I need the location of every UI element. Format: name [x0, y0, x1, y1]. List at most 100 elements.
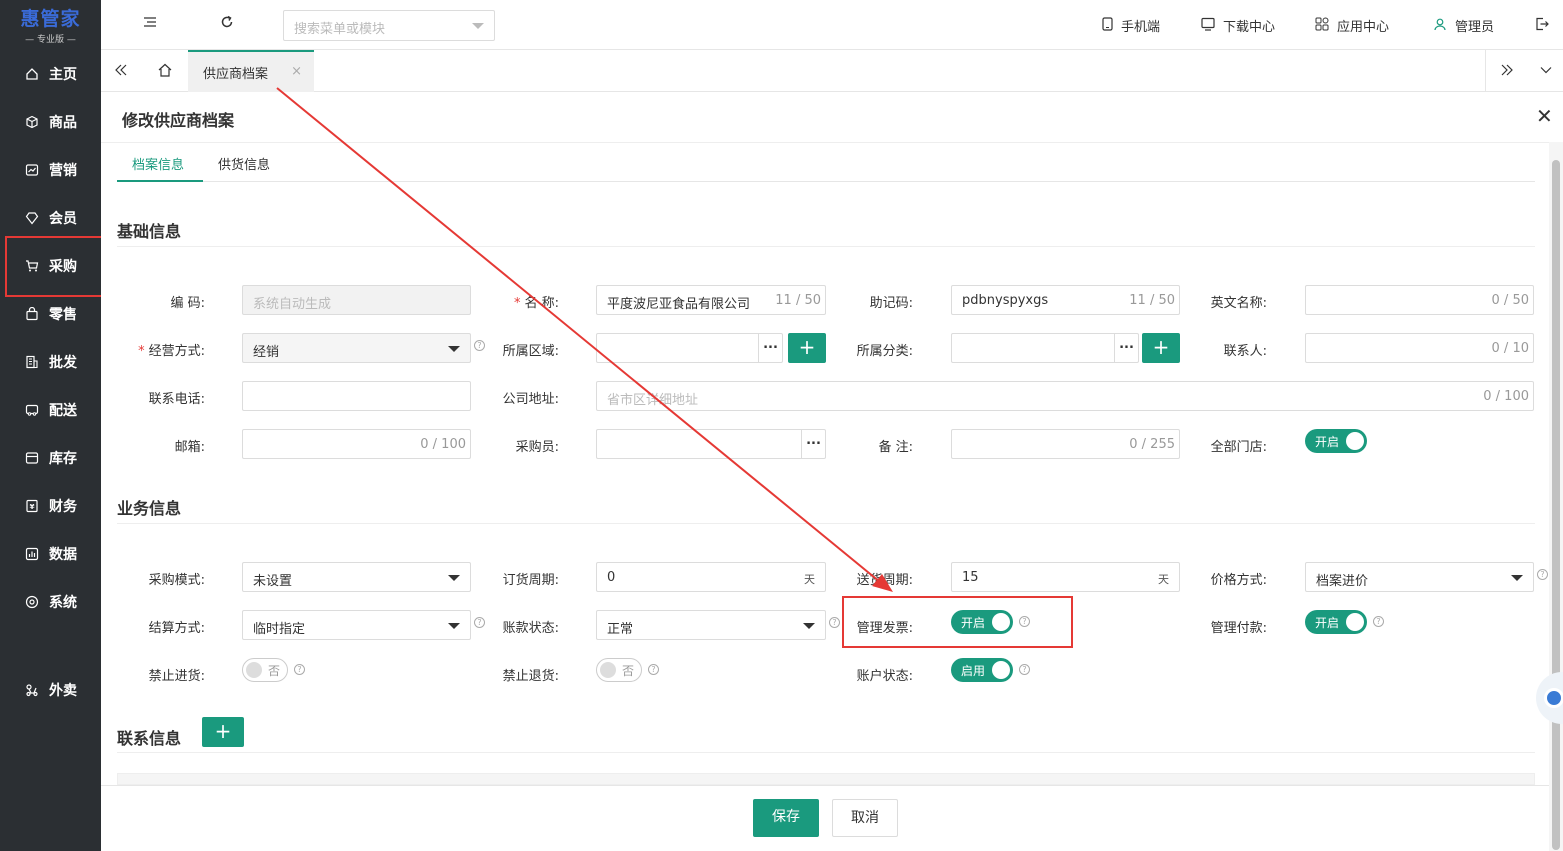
add-category-button[interactable]: + — [1142, 333, 1180, 363]
finance-icon: ¥ — [24, 499, 39, 514]
all-stores-toggle[interactable]: 开启 — [1305, 429, 1367, 453]
category-label: 所属分类: — [856, 344, 913, 359]
sidebar-item-wholesale[interactable]: 批发 — [0, 340, 101, 384]
name-field[interactable]: 平度波尼亚食品有限公司 11 / 50 — [596, 285, 826, 315]
sidebar-item-inventory[interactable]: 库存 — [0, 436, 101, 480]
buyer-label: 采购员: — [515, 440, 559, 455]
account-state-label: 账户状态: — [856, 669, 913, 684]
business-mode-select[interactable]: 经销 — [242, 333, 471, 363]
help-icon[interactable]: ? — [294, 664, 305, 675]
settlement-select[interactable]: 临时指定 — [242, 610, 471, 640]
refresh-icon[interactable] — [220, 15, 234, 29]
active-tab-underline — [117, 180, 203, 182]
tab-supply-info[interactable]: 供货信息 — [218, 154, 270, 173]
add-contact-button[interactable]: + — [202, 717, 244, 747]
sidebar-item-system[interactable]: 系统 — [0, 580, 101, 624]
help-icon[interactable]: ? — [1537, 569, 1548, 580]
more-icon[interactable]: ... — [801, 430, 825, 458]
business-mode-label: * 经营方式: — [138, 344, 205, 359]
delivery-icon — [24, 683, 39, 698]
account-status-label: 账款状态: — [502, 621, 559, 636]
user-menu[interactable]: 管理员 — [1433, 16, 1494, 35]
address-field[interactable]: 省市区详细地址 0 / 100 — [596, 381, 1534, 411]
sidebar-item-data[interactable]: 数据 — [0, 532, 101, 576]
phone-label: 联系电话: — [148, 392, 205, 407]
purchase-highlight-box — [5, 236, 104, 297]
chevron-down-icon — [803, 623, 815, 629]
sidebar-item-marketing[interactable]: 营销 — [0, 148, 101, 192]
download-center-link[interactable]: 下载中心 — [1201, 16, 1275, 35]
contact-table-header — [117, 773, 1535, 785]
mobile-link[interactable]: 手机端 — [1102, 16, 1160, 35]
sidebar-item-distribution[interactable]: 配送 — [0, 388, 101, 432]
remark-field[interactable]: 0 / 255 — [951, 429, 1180, 459]
sidebar: 惠管家 — 专业版 — 主页 商品 营销 会员 采购 零售 批发 配送 库存 ¥… — [0, 0, 101, 851]
home-tab-icon[interactable] — [157, 63, 173, 77]
close-icon[interactable]: ✕ — [1536, 106, 1553, 126]
more-icon[interactable]: ... — [758, 334, 782, 362]
sidebar-item-home[interactable]: 主页 — [0, 52, 101, 96]
contact-person-field[interactable]: 0 / 10 — [1305, 333, 1534, 363]
scrollbar[interactable] — [1549, 142, 1563, 851]
svg-text:¥: ¥ — [29, 503, 34, 511]
category-field[interactable]: ... — [951, 333, 1139, 363]
purchase-mode-label: 采购模式: — [148, 573, 205, 588]
mnemonic-label: 助记码: — [869, 296, 913, 311]
ban-return-toggle[interactable]: 否 — [596, 658, 642, 682]
tab-archive-info[interactable]: 档案信息 — [132, 154, 184, 173]
order-cycle-label: 订货周期: — [502, 573, 559, 588]
cancel-button[interactable]: 取消 — [832, 799, 898, 837]
sidebar-item-goods[interactable]: 商品 — [0, 100, 101, 144]
delivery-cycle-field[interactable]: 15 天 — [951, 562, 1180, 592]
phone-field[interactable] — [242, 381, 471, 411]
sidebar-item-takeout[interactable]: 外卖 — [0, 668, 101, 712]
more-icon[interactable]: ... — [1114, 334, 1138, 362]
price-mode-label: 价格方式: — [1210, 573, 1267, 588]
account-state-toggle[interactable]: 启用 — [951, 658, 1013, 682]
help-icon[interactable]: ? — [1019, 664, 1030, 675]
grid-icon — [1315, 17, 1329, 35]
help-icon[interactable]: ? — [1373, 616, 1384, 627]
logo-sub: — 专业版 — — [25, 35, 76, 45]
menu-search-select[interactable]: 搜索菜单或模块 — [283, 10, 495, 41]
sidebar-item-retail[interactable]: 零售 — [0, 292, 101, 336]
chevron-down-icon — [448, 346, 460, 352]
mnemonic-field[interactable]: pdbnyspyxgs 11 / 50 — [951, 285, 1180, 315]
account-status-select[interactable]: 正常 — [596, 610, 826, 640]
purchase-mode-select[interactable]: 未设置 — [242, 562, 471, 592]
help-icon[interactable]: ? — [648, 664, 659, 675]
email-field[interactable]: 0 / 100 — [242, 429, 471, 459]
supplier-edit-dialog: 修改供应商档案 ✕ 档案信息 供货信息 基础信息 编 码: 系统自动生成 * 名 … — [101, 92, 1553, 851]
order-cycle-field[interactable]: 0天 — [596, 562, 826, 592]
section-contact-title: 联系信息 — [117, 729, 182, 748]
top-bar: 搜索菜单或模块 手机端 下载中心 应用中心 管理员 — [101, 0, 1563, 50]
tab-supplier-archive[interactable]: 供应商档案 × — [188, 50, 314, 92]
diamond-icon — [24, 211, 39, 226]
price-mode-select[interactable]: 档案进价 — [1305, 562, 1534, 592]
app-center-link[interactable]: 应用中心 — [1315, 16, 1389, 35]
tabs-dropdown-icon[interactable] — [1540, 65, 1552, 75]
scroll-right-icon[interactable] — [1500, 63, 1514, 77]
menu-toggle-icon[interactable] — [143, 15, 157, 29]
buyer-field[interactable]: ... — [596, 429, 826, 459]
assistant-icon — [1544, 688, 1563, 708]
settings-icon — [24, 595, 39, 610]
logout-icon[interactable] — [1535, 17, 1549, 31]
save-button[interactable]: 保存 — [753, 799, 819, 837]
close-tab-icon[interactable]: × — [291, 64, 302, 79]
scroll-left-icon[interactable] — [114, 63, 128, 77]
code-field: 系统自动生成 — [242, 285, 471, 315]
divider — [101, 785, 1549, 786]
divider — [117, 523, 1535, 524]
section-basic-title: 基础信息 — [117, 222, 182, 241]
chevron-down-icon — [1511, 575, 1523, 581]
manage-payment-toggle[interactable]: 开启 — [1305, 610, 1367, 634]
chevron-down-icon — [448, 575, 460, 581]
add-region-button[interactable]: + — [788, 333, 826, 363]
sidebar-item-finance[interactable]: ¥ 财务 — [0, 484, 101, 528]
sidebar-item-member[interactable]: 会员 — [0, 196, 101, 240]
ban-purchase-toggle[interactable]: 否 — [242, 658, 288, 682]
english-name-field[interactable]: 0 / 50 — [1305, 285, 1534, 315]
region-field[interactable]: ... — [596, 333, 783, 363]
dialog-title: 修改供应商档案 — [122, 111, 235, 130]
